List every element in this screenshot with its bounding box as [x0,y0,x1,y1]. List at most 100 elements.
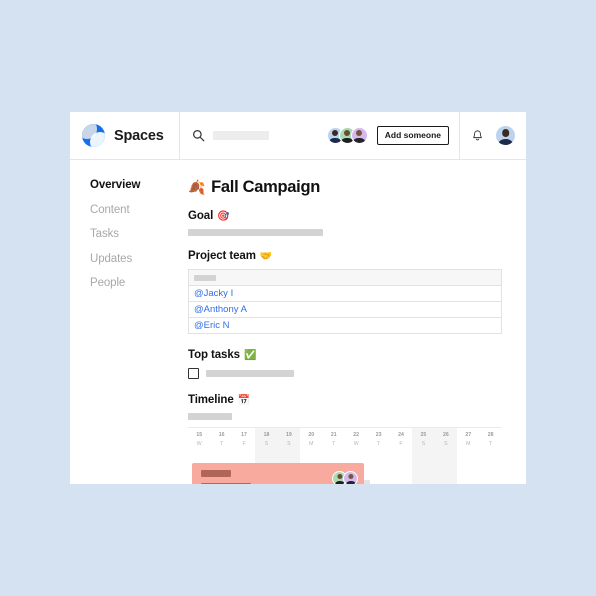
leaf-icon: 🍂 [188,179,206,195]
calendar-day-number: 16 [218,432,225,438]
calendar-day-letter: T [220,440,224,447]
main-content: 🍂 Fall Campaign Goal 🎯 Project team 🤝 @J… [180,160,526,484]
team-member-mention[interactable]: @Eric N [189,318,502,334]
calendar-day-number: 24 [398,432,404,438]
event-avatar-2[interactable] [343,471,358,484]
sidebar-item-overview[interactable]: Overview [90,179,180,191]
timeline-event-bar[interactable] [192,463,364,484]
calendar-day-number: 15 [196,432,203,438]
calendar-day[interactable]: 17 F [233,428,255,458]
calendar-column [390,458,412,484]
calendar-day[interactable]: 20 M [300,428,322,458]
project-team-heading-text: Project team [188,250,256,262]
calendar-day-letter: S [444,440,448,447]
calendar-day[interactable]: 23 T [367,428,389,458]
team-member-mention[interactable]: @Anthony A [188,301,502,318]
calendar-day-number: 20 [308,432,315,438]
calendar-day-letter: S [421,440,426,447]
task-checkbox[interactable] [188,368,199,379]
calendar-day-number: 27 [465,432,472,438]
sidebar-item-people[interactable]: People [90,277,180,289]
table-header-cell [188,269,502,286]
current-user-avatar[interactable] [496,126,515,145]
current-time-marker [363,480,370,484]
member-avatar-3[interactable] [350,127,368,144]
app-header: Spaces Add someone [70,112,526,160]
calendar-day[interactable]: 26 S [434,428,458,458]
header-placeholder [194,274,216,281]
sidebar-item-tasks[interactable]: Tasks [90,228,180,240]
table-header-row [188,269,502,286]
table-row[interactable]: @Jacky I [188,285,502,302]
table-row[interactable]: @Eric N [189,318,502,334]
calendar-column [479,458,501,484]
brand-logo[interactable]: Spaces [70,112,180,159]
event-title-placeholder [201,470,231,477]
page-title: 🍂 Fall Campaign [188,178,526,197]
calendar-day[interactable]: 27 M [457,428,479,458]
project-team-heading: Project team 🤝 [188,250,526,262]
spaces-logo-icon [82,124,105,147]
header-center: Add someone [180,112,460,159]
sidebar-item-content[interactable]: Content [90,204,180,216]
task-item[interactable] [188,368,526,379]
task-placeholder-text [206,370,294,377]
calendar-day-letter: S [264,440,269,447]
top-tasks-heading-text: Top tasks [188,349,240,361]
header-right [460,112,526,159]
calendar-day-letter: M [309,440,314,447]
calendar-day[interactable]: 25 S [412,428,435,458]
calendar-day-letter: S [287,440,291,447]
calendar-column [367,458,389,484]
sidebar-nav: Overview Content Tasks Updates People [70,160,180,484]
calendar-day[interactable]: 19 S [277,428,301,458]
calendar-day-letter: T [489,440,493,447]
calendar-event-track [188,458,502,484]
header-actions: Add someone [326,126,449,145]
calendar-day-letter: W [196,440,202,447]
goal-placeholder-text [188,229,323,236]
calendar-day-number: 19 [286,432,292,438]
member-avatar-stack[interactable] [326,127,368,144]
check-mark-icon: ✅ [243,349,257,361]
sidebar-item-updates[interactable]: Updates [90,253,180,265]
search-input[interactable] [213,131,269,140]
calendar-day-headers: 15 W 16 T 17 F 18 S 19 S 20 M 21 T 22 W 23 T 24 F … [188,428,502,458]
calendar-day-letter: T [332,440,336,447]
calendar-day-number: 18 [263,432,270,438]
calendar-day-number: 23 [375,432,382,438]
timeline-placeholder-text [188,413,232,420]
calendar-day-letter: F [399,440,403,447]
calendar-column [434,458,458,484]
calendar-day[interactable]: 15 W [188,428,210,458]
calendar-day-letter: W [353,440,359,447]
top-tasks-heading: Top tasks ✅ [188,349,526,361]
calendar-day[interactable]: 21 T [323,428,345,458]
calendar-day[interactable]: 18 S [255,428,278,458]
event-subtitle-placeholder [201,483,251,484]
app-window: Spaces Add someone Overview Content Task… [70,112,526,484]
calendar-day-number: 28 [487,432,494,438]
calendar-day[interactable]: 24 F [390,428,412,458]
app-body: Overview Content Tasks Updates People 🍂 … [70,160,526,484]
calendar-day-number: 25 [420,432,427,438]
calendar-day-letter: M [466,440,471,447]
table-row[interactable]: @Anthony A [188,301,502,318]
calendar-icon: 📅 [237,394,251,406]
calendar-column [457,458,479,484]
timeline-calendar[interactable]: 15 W 16 T 17 F 18 S 19 S 20 M 21 T 22 W 23 T 24 F … [188,427,502,484]
calendar-day[interactable]: 16 T [210,428,232,458]
handshake-icon: 🤝 [259,250,273,262]
search-icon[interactable] [192,129,205,142]
calendar-day[interactable]: 22 W [345,428,367,458]
goal-heading: Goal 🎯 [188,210,526,222]
calendar-day-number: 17 [241,432,247,438]
event-avatar-stack[interactable] [332,471,358,484]
add-someone-button[interactable]: Add someone [376,126,449,145]
calendar-day[interactable]: 28 T [479,428,501,458]
calendar-day-letter: F [242,440,246,447]
team-member-mention[interactable]: @Jacky I [188,285,502,302]
calendar-day-letter: T [377,440,381,447]
bell-icon[interactable] [471,129,484,143]
calendar-day-number: 21 [330,432,337,438]
